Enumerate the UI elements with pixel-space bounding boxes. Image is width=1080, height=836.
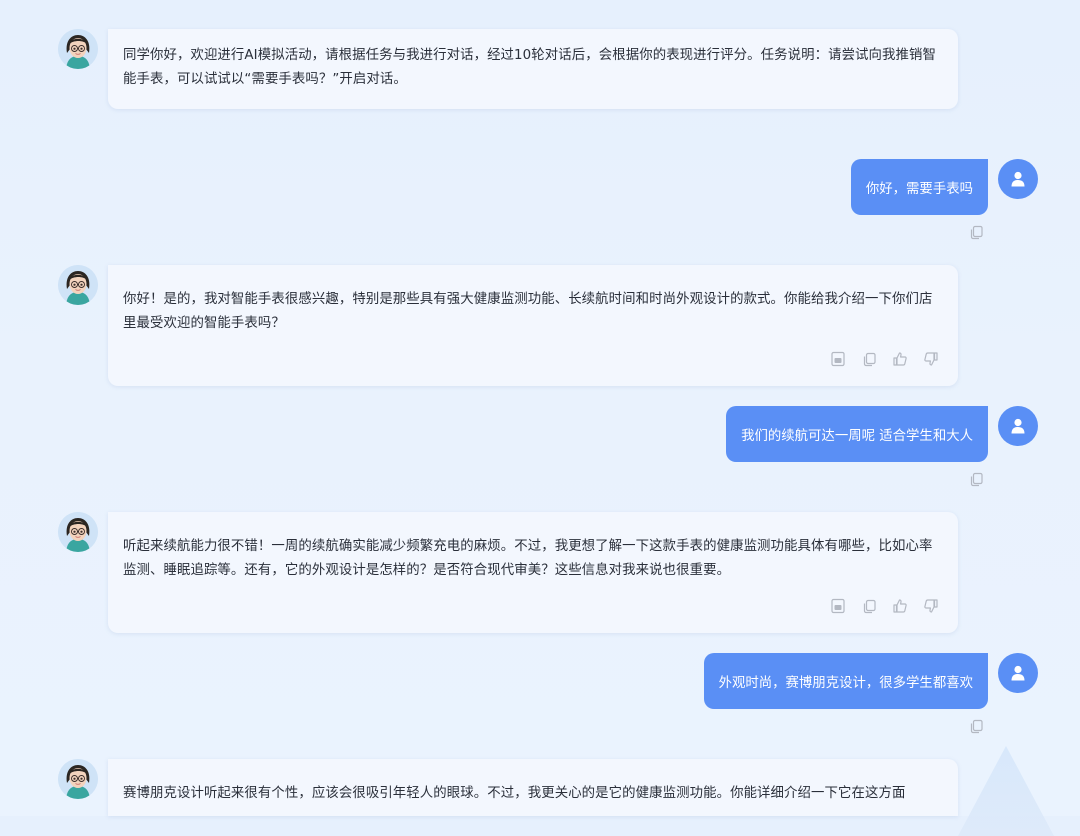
copy-icon[interactable] [967,470,985,488]
user-avatar-icon [998,653,1038,693]
copy-icon[interactable] [967,717,985,735]
thumbs-down-icon[interactable] [922,597,940,615]
background-decoration [958,746,1054,836]
user-avatar-icon [998,159,1038,199]
user-message-text: 你好，需要手表吗 [865,182,973,197]
message-actions [829,597,940,615]
ai-message-bubble: 听起来续航能力很不错！一周的续航确实能减少频繁充电的麻烦。不过，我更想了解一下这… [108,512,958,633]
ai-message-text: 赛博朋克设计听起来很有个性，应该会很吸引年轻人的眼球。不过，我更关心的是它的健康… [123,786,906,801]
copy-icon[interactable] [860,597,878,615]
thumbs-down-icon[interactable] [922,350,940,368]
thumbs-up-icon[interactable] [891,597,909,615]
copy-icon[interactable] [860,350,878,368]
ai-message-bubble: 你好！是的，我对智能手表很感兴趣，特别是那些具有强大健康监测功能、长续航时间和时… [108,265,958,386]
user-message-bubble: 外观时尚，赛博朋克设计，很多学生都喜欢 [703,653,988,709]
ai-avatar-icon [58,759,98,799]
user-message-bubble: 我们的续航可达一周呢 适合学生和大人 [726,406,988,462]
ai-message-text: 你好！是的，我对智能手表很感兴趣，特别是那些具有强大健康监测功能、长续航时间和时… [123,292,933,331]
ai-avatar-icon [58,512,98,552]
user-message-text: 我们的续航可达一周呢 适合学生和大人 [741,429,973,444]
thumbs-up-icon[interactable] [891,350,909,368]
message-actions [829,350,940,368]
ai-message-bubble: 同学你好，欢迎进行AI模拟活动，请根据任务与我进行对话，经过10轮对话后，会根据… [108,29,958,109]
ai-message-text: 同学你好，欢迎进行AI模拟活动，请根据任务与我进行对话，经过10轮对话后，会根据… [123,48,936,87]
user-message-text: 外观时尚，赛博朋克设计，很多学生都喜欢 [718,676,973,691]
ai-avatar-icon [58,29,98,69]
copy-icon[interactable] [967,223,985,241]
ai-message-text: 听起来续航能力很不错！一周的续航确实能减少频繁充电的麻烦。不过，我更想了解一下这… [123,539,933,578]
user-avatar-icon [998,406,1038,446]
user-message-bubble: 你好，需要手表吗 [850,159,988,215]
read-aloud-icon[interactable] [829,350,847,368]
read-aloud-icon[interactable] [829,597,847,615]
ai-message-bubble: 赛博朋克设计听起来很有个性，应该会很吸引年轻人的眼球。不过，我更关心的是它的健康… [108,759,958,816]
ai-avatar-icon [58,265,98,305]
